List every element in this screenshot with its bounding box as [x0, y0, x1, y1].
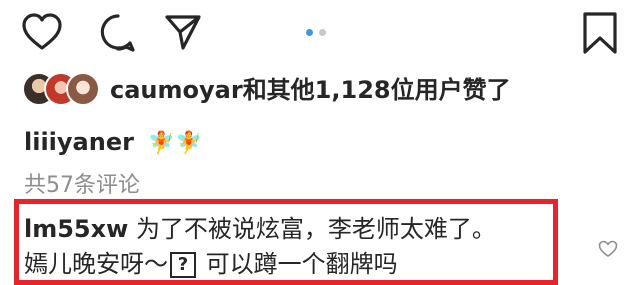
likes-username[interactable]: caumoyar	[110, 76, 243, 104]
carousel-indicator	[306, 29, 326, 36]
comment-like-button[interactable]	[598, 240, 618, 258]
heart-outline-icon-small	[598, 240, 618, 257]
comment-text-1: 为了不被说炫富，李老师太难了。	[135, 215, 496, 243]
comment-button[interactable]	[97, 12, 139, 54]
caption-username[interactable]: liiiyaner	[24, 128, 134, 156]
missing-glyph-icon: ?	[170, 252, 196, 278]
view-all-comments-link[interactable]: 共57条评论	[24, 172, 140, 200]
carousel-dot	[319, 29, 326, 36]
avatar	[66, 72, 100, 106]
carousel-dot-active	[306, 29, 313, 36]
caption: liiiyaner 🧚🧚	[24, 126, 202, 160]
caption-emoji: 🧚🧚	[147, 131, 203, 156]
comment-text-2a: 嫣儿晚安呀～	[24, 250, 168, 278]
paper-plane-icon	[165, 15, 201, 50]
comment-username[interactable]: lm55xw	[24, 215, 128, 243]
likes-summary[interactable]: caumoyar和其他1,128位用户赞了	[110, 74, 511, 106]
comment-line-2: 嫣儿晚安呀～? 可以蹲一个翻牌吗	[24, 249, 398, 279]
comment-bubble-icon	[100, 14, 135, 52]
liker-avatars[interactable]	[22, 72, 102, 108]
comment-text-2b: 可以蹲一个翻牌吗	[198, 250, 398, 278]
bookmark-icon	[583, 12, 617, 54]
comment-line-1: lm55xw 为了不被说炫富，李老师太难了。	[24, 214, 496, 244]
likes-count-text: 和其他1,128位用户赞了	[242, 76, 511, 104]
heart-outline-icon	[22, 13, 62, 50]
share-button[interactable]	[163, 12, 203, 52]
save-button[interactable]	[580, 10, 620, 56]
like-button[interactable]	[20, 12, 64, 52]
